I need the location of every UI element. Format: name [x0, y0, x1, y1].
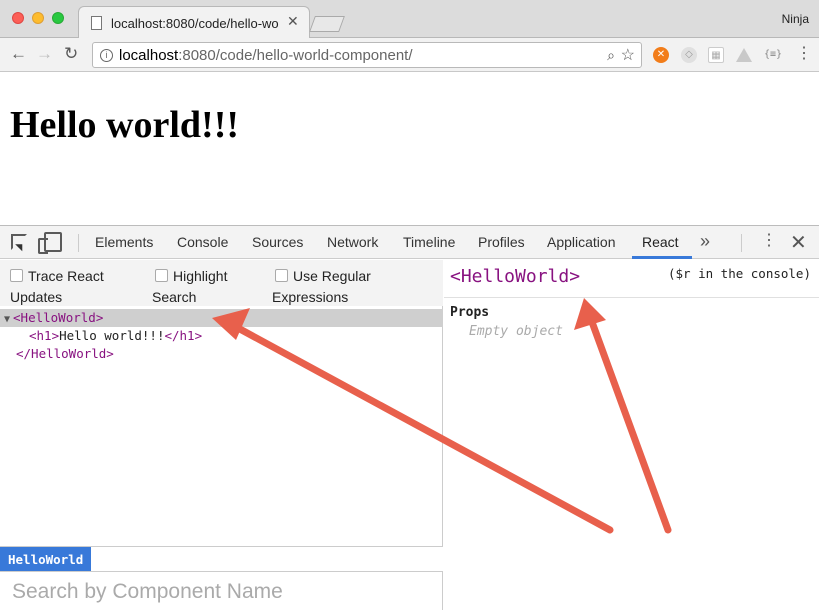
zoom-icon[interactable]: ⌕	[607, 47, 615, 64]
browser-toolbar: ← → ↻ i localhost:8080/code/hello-world-…	[0, 38, 819, 72]
tree-tag: </h1>	[164, 328, 203, 343]
props-title: Props	[450, 305, 490, 320]
device-toolbar-icon[interactable]	[38, 232, 62, 254]
url-path: :8080/code/hello-world-component/	[178, 47, 413, 64]
tree-tag: <HelloWorld>	[13, 310, 104, 325]
trace-label-line1: Trace React	[28, 268, 104, 284]
highlight-search-checkbox[interactable]	[155, 269, 168, 282]
tab-network[interactable]: Network	[327, 234, 378, 250]
window-minimize-button[interactable]	[32, 12, 44, 24]
back-button[interactable]: ←	[10, 44, 27, 64]
window-titlebar: localhost:8080/code/hello-wo ✕ Ninja	[0, 0, 819, 39]
profile-name[interactable]: Ninja	[782, 12, 809, 26]
url-text[interactable]: localhost:8080/code/hello-world-componen…	[119, 47, 413, 64]
tab-close-icon[interactable]: ✕	[287, 13, 299, 30]
tree-text: Hello world!!!	[59, 328, 165, 343]
page-heading: Hello world!!!	[10, 104, 240, 146]
tree-tag: </HelloWorld>	[16, 346, 114, 361]
tree-options-bar: Trace React Updates Highlight Search Use…	[0, 260, 443, 306]
tree-row-helloworld[interactable]: ▼ <HelloWorld>	[0, 309, 443, 327]
tree-row-helloworld-close[interactable]: </HelloWorld>	[0, 345, 443, 363]
page-viewport: Hello world!!!	[0, 73, 819, 225]
breadcrumb-item[interactable]: HelloWorld	[0, 547, 92, 572]
console-hint: ($r in the console)	[668, 266, 811, 281]
grid-extension-icon[interactable]: ▦	[708, 47, 724, 63]
trace-label-line2: Updates	[10, 289, 63, 305]
breadcrumb: HelloWorld	[0, 546, 443, 572]
tab-timeline[interactable]: Timeline	[403, 234, 455, 250]
search-bar	[0, 571, 443, 610]
drive-icon[interactable]	[736, 48, 752, 62]
component-search-input[interactable]	[12, 578, 432, 606]
tab-profiles[interactable]: Profiles	[478, 234, 525, 250]
highlight-label-line1: Highlight	[173, 268, 228, 284]
address-bar[interactable]: i localhost:8080/code/hello-world-compon…	[92, 42, 642, 68]
regex-label-line2: Expressions	[272, 289, 349, 305]
page-info-icon[interactable]: i	[100, 49, 113, 62]
devtools-menu-icon[interactable]: ⋮	[761, 232, 777, 250]
toolbar-divider	[741, 234, 742, 252]
gray-extension-icon[interactable]: ◇	[681, 47, 697, 63]
highlight-label-line2: Search	[152, 289, 197, 305]
details-header: <HelloWorld> ($r in the console)	[444, 260, 819, 298]
use-regex-option[interactable]: Use Regular Expressions	[272, 266, 435, 308]
devtools-close-icon[interactable]: ✕	[790, 230, 807, 255]
more-tabs-icon[interactable]: »	[700, 231, 710, 252]
inspect-element-icon[interactable]	[11, 234, 27, 250]
tab-react[interactable]: React	[642, 234, 679, 250]
tree-tag: <h1>	[29, 328, 60, 343]
use-regex-checkbox[interactable]	[275, 269, 288, 282]
new-tab-button[interactable]	[309, 16, 345, 32]
component-tree: ▼ <HelloWorld> <h1>Hello world!!!</h1> </…	[0, 309, 443, 363]
json-formatter-icon[interactable]: {≡}	[762, 47, 784, 63]
browser-menu-icon[interactable]: ⋮	[796, 46, 812, 62]
active-tab-indicator	[632, 256, 692, 259]
devtools-panel: Elements Console Sources Network Timelin…	[0, 225, 819, 610]
browser-tab[interactable]: localhost:8080/code/hello-wo ✕	[78, 6, 310, 39]
tab-application[interactable]: Application	[547, 234, 616, 250]
highlight-search-option[interactable]: Highlight Search	[152, 266, 265, 308]
avast-icon[interactable]: ✕	[653, 47, 669, 63]
trace-react-updates-checkbox[interactable]	[10, 269, 23, 282]
window-maximize-button[interactable]	[52, 12, 64, 24]
collapse-caret-icon[interactable]: ▼	[4, 314, 10, 325]
component-tree-pane: Trace React Updates Highlight Search Use…	[0, 260, 443, 610]
toolbar-divider	[78, 234, 79, 252]
bookmark-star-icon[interactable]: ☆	[621, 45, 635, 65]
tree-row-h1[interactable]: <h1>Hello world!!!</h1>	[0, 327, 443, 345]
trace-react-updates-option[interactable]: Trace React Updates	[10, 266, 145, 308]
reload-button[interactable]: ↻	[64, 44, 78, 64]
regex-label-line1: Use Regular	[293, 268, 371, 284]
window-close-button[interactable]	[12, 12, 24, 24]
tab-sources[interactable]: Sources	[252, 234, 303, 250]
tab-title: localhost:8080/code/hello-wo	[111, 16, 279, 31]
url-host: localhost	[119, 47, 179, 64]
component-details-pane: <HelloWorld> ($r in the console) Props E…	[444, 260, 819, 610]
devtools-toolbar: Elements Console Sources Network Timelin…	[0, 226, 819, 259]
tab-elements[interactable]: Elements	[95, 234, 153, 250]
props-empty-text: Empty object	[469, 324, 563, 339]
forward-button[interactable]: →	[36, 44, 53, 64]
tab-console[interactable]: Console	[177, 234, 228, 250]
document-icon	[91, 16, 102, 30]
selected-component-name: <HelloWorld>	[450, 266, 581, 287]
